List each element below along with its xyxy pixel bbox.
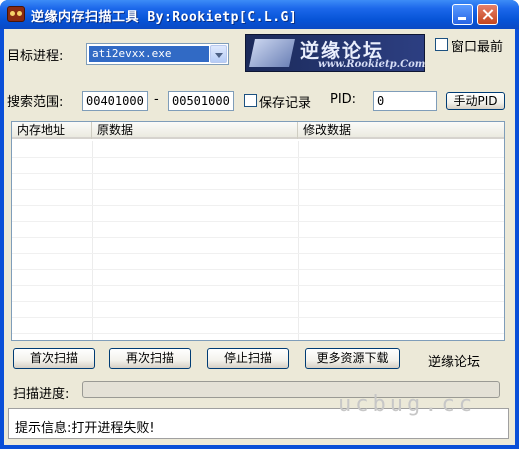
search-range-label: 搜索范围: — [7, 95, 64, 110]
grid-row-line — [12, 333, 504, 334]
grid-row-line — [12, 269, 504, 270]
watermark-text: ucbug.cc — [338, 392, 476, 417]
grid-row-line — [12, 157, 504, 158]
chevron-down-icon[interactable] — [210, 45, 227, 63]
scan-progress-label: 扫描进度: — [13, 387, 70, 402]
pid-label: PID: — [330, 92, 357, 107]
grid-row-line — [12, 253, 504, 254]
app-window: 逆缘内存扫描工具 By:Rookietp[C.L.G] 目标进程: ati2ev… — [0, 0, 519, 449]
range-to-input[interactable]: 00501000 — [168, 91, 234, 111]
grid-row-line — [12, 221, 504, 222]
stop-scan-button[interactable]: 停止扫描 — [207, 348, 289, 369]
grid-row-line — [12, 237, 504, 238]
close-button[interactable] — [477, 4, 498, 25]
range-from-input[interactable]: 00401000 — [82, 91, 148, 111]
range-separator: - — [154, 92, 159, 107]
forum-link[interactable]: 逆缘论坛 — [428, 351, 480, 370]
pid-input[interactable]: 0 — [373, 91, 437, 111]
window-title: 逆缘内存扫描工具 By:Rookietp[C.L.G] — [31, 10, 298, 25]
next-scan-button[interactable]: 再次扫描 — [109, 348, 191, 369]
save-record-checkbox[interactable] — [244, 94, 257, 107]
title-bar[interactable]: 逆缘内存扫描工具 By:Rookietp[C.L.G] — [0, 0, 519, 29]
target-process-value: ati2evxx.exe — [89, 46, 209, 62]
column-header-modified[interactable]: 修改数据 — [298, 122, 504, 139]
grid-row-line — [12, 317, 504, 318]
target-process-label: 目标进程: — [7, 49, 64, 64]
target-process-select[interactable]: ati2evxx.exe — [86, 43, 229, 65]
more-downloads-button[interactable]: 更多资源下载 — [305, 348, 400, 369]
app-icon — [7, 6, 25, 22]
memory-results-table[interactable]: 内存地址 原数据 修改数据 — [11, 121, 505, 341]
topmost-checkbox[interactable] — [435, 38, 448, 51]
client-area: 目标进程: ati2evxx.exe 逆缘论坛 www.Rookietp.Com… — [4, 29, 515, 445]
banner-url: www.Rookietp.Com — [318, 59, 426, 70]
column-header-original[interactable]: 原数据 — [92, 122, 298, 139]
grid-column-line — [298, 141, 299, 340]
status-message: 提示信息:打开进程失败! — [15, 421, 155, 436]
table-header: 内存地址 原数据 修改数据 — [12, 122, 504, 139]
logo-cube-icon — [249, 39, 295, 67]
grid-row-line — [12, 301, 504, 302]
save-record-label: 保存记录 — [259, 96, 312, 111]
grid-row-line — [12, 173, 504, 174]
grid-row-line — [12, 189, 504, 190]
manual-pid-button[interactable]: 手动PID — [446, 92, 505, 110]
column-header-address[interactable]: 内存地址 — [12, 122, 92, 139]
minimize-button[interactable] — [452, 4, 473, 25]
topmost-label: 窗口最前 — [451, 40, 504, 55]
grid-column-line — [92, 141, 93, 340]
first-scan-button[interactable]: 首次扫描 — [13, 348, 95, 369]
grid-row-line — [12, 205, 504, 206]
forum-banner[interactable]: 逆缘论坛 www.Rookietp.Com — [245, 34, 425, 72]
grid-row-line — [12, 285, 504, 286]
